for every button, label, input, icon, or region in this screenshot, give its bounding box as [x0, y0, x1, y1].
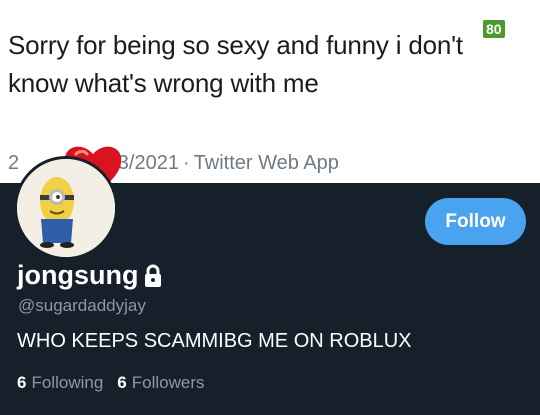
profile-display-name: jongsung [17, 260, 163, 291]
following-count: 6 [17, 373, 27, 392]
profile-counts: 6 Following 6 Followers [17, 373, 205, 393]
following-label: Following [31, 373, 104, 392]
lock-icon [145, 264, 162, 287]
avatar[interactable] [14, 156, 118, 260]
tweet-date-prefix: 2 [8, 152, 20, 174]
following-link[interactable]: 6 Following [17, 373, 103, 393]
display-name-text: jongsung [17, 260, 139, 290]
profile-bio: WHO KEEPS SCAMMIBG ME ON ROBLUX [17, 330, 412, 352]
followers-label: Followers [131, 373, 205, 392]
tweet-source[interactable]: Twitter Web App [194, 152, 339, 174]
tweet-text: Sorry for being so sexy and funny i don'… [8, 30, 463, 98]
follow-button[interactable]: Follow [425, 198, 526, 245]
profile-handle: @sugardaddyjay [18, 296, 146, 315]
followers-link[interactable]: 6 Followers [117, 373, 204, 393]
minion-avatar-icon [17, 159, 115, 257]
corner-badge: 80 [483, 20, 505, 38]
followers-count: 6 [117, 373, 127, 392]
meta-separator: · [182, 152, 190, 174]
